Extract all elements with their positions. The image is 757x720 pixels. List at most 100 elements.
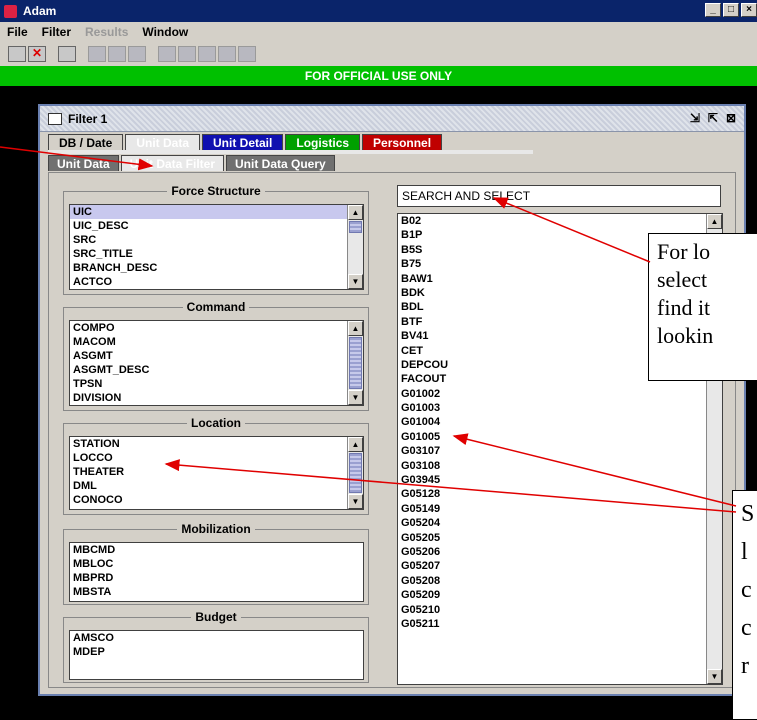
iconify-icon[interactable]: ⇲ (690, 111, 700, 125)
maximize-icon[interactable]: ⇱ (708, 111, 718, 125)
close-button[interactable]: × (741, 3, 757, 17)
result-item[interactable]: G05206 (398, 545, 722, 559)
list-item[interactable]: MBPRD (70, 571, 363, 585)
maximize-button[interactable]: □ (723, 3, 739, 17)
list-item[interactable]: BRANCH_DESC (70, 261, 363, 275)
scroll-down-icon[interactable]: ▼ (348, 274, 363, 289)
result-item[interactable]: G05211 (398, 617, 722, 631)
column-icon-4[interactable] (218, 46, 236, 62)
delete-icon[interactable] (28, 46, 46, 62)
result-item[interactable]: G05208 (398, 574, 722, 588)
tab-personnel[interactable]: Personnel (362, 134, 443, 150)
print-icon[interactable] (88, 46, 106, 62)
tab-unit-data[interactable]: Unit Data (125, 134, 201, 150)
list-item[interactable]: ASGMT_DESC (70, 363, 363, 377)
list-item[interactable]: UIC_DESC (70, 219, 363, 233)
new-document-icon[interactable] (8, 46, 26, 62)
scrollbar[interactable]: ▲ ▼ (347, 205, 363, 289)
menu-file[interactable]: File (0, 25, 35, 39)
chart-icon[interactable] (58, 46, 76, 62)
scroll-down-icon[interactable]: ▼ (348, 390, 363, 405)
list-item[interactable]: STATION (70, 437, 363, 451)
column-icon-2[interactable] (178, 46, 196, 62)
list-item[interactable]: ASGMT (70, 349, 363, 363)
list-item[interactable]: TPSN (70, 377, 363, 391)
scrollbar[interactable]: ▲ ▼ (347, 321, 363, 405)
scroll-thumb[interactable] (349, 453, 362, 493)
force-structure-list[interactable]: UIC UIC_DESC SRC SRC_TITLE BRANCH_DESC A… (69, 204, 364, 290)
tab-unit-detail[interactable]: Unit Detail (202, 134, 284, 150)
list-item[interactable]: THEATER (70, 465, 363, 479)
copy-icon[interactable] (128, 46, 146, 62)
command-list[interactable]: COMPO MACOM ASGMT ASGMT_DESC TPSN DIVISI… (69, 320, 364, 406)
menu-window[interactable]: Window (135, 25, 195, 39)
list-item[interactable]: DML (70, 479, 363, 493)
scroll-up-icon[interactable]: ▲ (348, 321, 363, 336)
list-item[interactable]: UIC (70, 205, 363, 219)
filter-window: Filter 1 ⇲ ⇱ ⊠ DB / Date Unit Data Unit … (38, 104, 746, 696)
toolbar (0, 42, 757, 66)
filter-window-titlebar: Filter 1 ⇲ ⇱ ⊠ (40, 106, 744, 132)
column-icon-5[interactable] (238, 46, 256, 62)
scroll-up-icon[interactable]: ▲ (348, 205, 363, 220)
mobilization-list[interactable]: MBCMD MBLOC MBPRD MBSTA (69, 542, 364, 602)
result-item[interactable]: G01005 (398, 430, 722, 444)
list-item[interactable]: MDEP (70, 645, 363, 659)
list-item[interactable]: SRC (70, 233, 363, 247)
scroll-up-icon[interactable]: ▲ (348, 437, 363, 452)
subtab-unit-data-query[interactable]: Unit Data Query (226, 155, 335, 171)
list-item[interactable]: MBSTA (70, 585, 363, 599)
scroll-thumb[interactable] (349, 221, 362, 233)
list-item[interactable]: MBCMD (70, 543, 363, 557)
scroll-thumb[interactable] (349, 337, 362, 389)
close-frame-icon[interactable]: ⊠ (726, 111, 736, 125)
location-group: Location STATION LOCCO THEATER DML CONOC… (63, 416, 369, 515)
tab-logistics[interactable]: Logistics (285, 134, 361, 150)
list-item[interactable]: CONOCO (70, 493, 363, 507)
callout-line: c (741, 577, 752, 603)
result-item[interactable]: G01002 (398, 387, 722, 401)
scroll-down-icon[interactable]: ▼ (348, 494, 363, 509)
callout-search: For lo select find it lookin (648, 233, 757, 381)
result-item[interactable]: G05210 (398, 603, 722, 617)
list-item[interactable]: AMSCO (70, 631, 363, 645)
list-item[interactable]: MACOM (70, 335, 363, 349)
list-item[interactable]: DIVISION (70, 391, 363, 405)
result-item[interactable]: G03945 (398, 473, 722, 487)
minimize-button[interactable]: _ (705, 3, 721, 17)
list-item[interactable]: LOCCO (70, 451, 363, 465)
result-item[interactable]: G05205 (398, 531, 722, 545)
result-item[interactable]: G01004 (398, 415, 722, 429)
grid-icon[interactable] (108, 46, 126, 62)
subtab-unit-data[interactable]: Unit Data (48, 155, 119, 171)
list-item[interactable]: COMPO (70, 321, 363, 335)
result-item[interactable]: G05128 (398, 487, 722, 501)
list-item[interactable]: MBLOC (70, 557, 363, 571)
list-item[interactable]: ACTCO (70, 275, 363, 289)
budget-list[interactable]: AMSCO MDEP (69, 630, 364, 680)
tab-db-date[interactable]: DB / Date (48, 134, 124, 150)
result-item[interactable]: G05149 (398, 502, 722, 516)
result-item[interactable]: B02 (398, 214, 722, 228)
result-item[interactable]: G01003 (398, 401, 722, 415)
scroll-down-icon[interactable]: ▼ (707, 669, 722, 684)
result-item[interactable]: G05209 (398, 588, 722, 602)
result-item[interactable]: G05204 (398, 516, 722, 530)
callout-line: S (741, 501, 755, 527)
scroll-up-icon[interactable]: ▲ (707, 214, 722, 229)
location-list[interactable]: STATION LOCCO THEATER DML CONOCO ▲ ▼ (69, 436, 364, 510)
menu-filter[interactable]: Filter (35, 25, 78, 39)
filter-panel: Force Structure UIC UIC_DESC SRC SRC_TIT… (48, 172, 736, 688)
result-item[interactable]: G03107 (398, 444, 722, 458)
result-item[interactable]: G05207 (398, 559, 722, 573)
scrollbar[interactable]: ▲ ▼ (347, 437, 363, 509)
callout-line: lookin (657, 323, 714, 348)
column-icon-1[interactable] (158, 46, 176, 62)
menu-results[interactable]: Results (78, 25, 135, 39)
list-item[interactable]: SRC_TITLE (70, 247, 363, 261)
column-icon-3[interactable] (198, 46, 216, 62)
search-input[interactable]: SEARCH AND SELECT (397, 185, 721, 207)
subtab-unit-data-filter[interactable]: Unit Data Filter (120, 155, 225, 171)
result-item[interactable]: G03108 (398, 459, 722, 473)
callout-line: select (657, 267, 708, 292)
